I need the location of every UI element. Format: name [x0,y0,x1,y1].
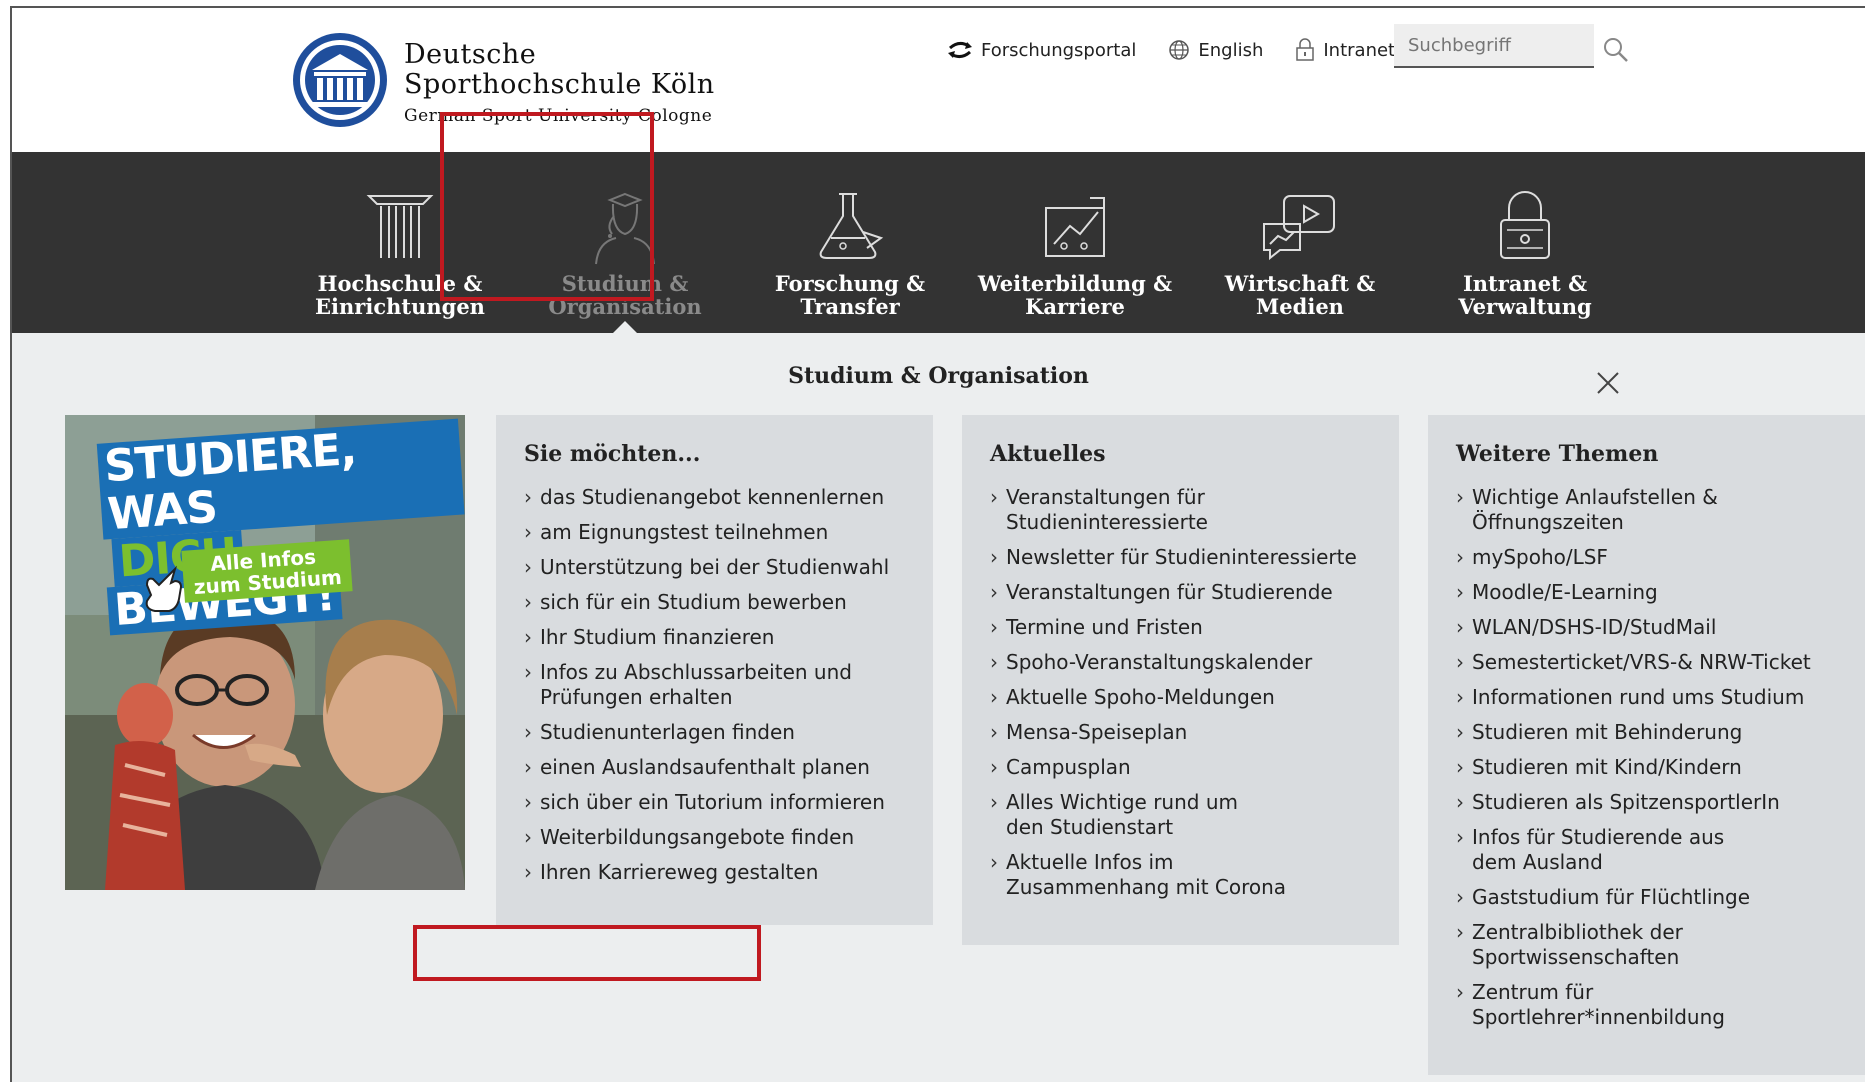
hand-pointer-icon [145,565,183,612]
student-icon [595,192,655,265]
menu-link[interactable]: am Eignungstest teilnehmen [524,520,905,545]
mega-menu: Studium & Organisation STUDIERE, WAS DIC… [12,333,1865,1082]
lock-icon [1500,191,1550,259]
column-icon [366,195,434,258]
menu-link[interactable]: Veranstaltungen für Studieninteressierte [990,485,1226,535]
nav-item-intranet[interactable]: Intranet & Verwaltung [1420,152,1630,333]
menu-link[interactable]: Studieren als SpitzensportlerIn [1456,790,1860,815]
links-column-sie-moechten: Sie möchten... das Studienangebot kennen… [496,415,933,925]
brand-line-2: Sporthochschule Köln [404,69,715,100]
globe-icon [1169,40,1190,60]
english-link[interactable]: English [1168,39,1263,61]
nav-item-forschung[interactable]: Forschung & Transfer [745,152,955,333]
lock-icon [1296,38,1315,61]
menu-link[interactable]: Veranstaltungen für Studierende [990,580,1371,605]
menu-link[interactable]: sich für ein Studium bewerben [524,590,905,615]
menu-link[interactable]: Wichtige Anlaufstellen & Öffnungszeiten [1456,485,1722,535]
nav-label-line1: Forschung & [774,271,926,296]
nav-label-line1: Studium & [561,271,689,296]
menu-link[interactable]: Moodle/E-Learning [1456,580,1860,605]
menu-link[interactable]: Zentrum für Sportlehrer*innenbildung [1456,980,1725,1030]
nav-label-line2: Organisation [548,294,702,319]
menu-link[interactable]: Studieren mit Kind/Kindern [1456,755,1860,780]
brand-line-1: Deutsche [404,39,537,70]
search-box [1394,24,1594,68]
nav-label-line2: Medien [1256,294,1344,319]
promo-banner[interactable]: STUDIERE, WAS DICHBEWEGT! Alle Infos zum… [65,415,465,890]
top-links: Forschungsportal English Intranet [947,38,1427,62]
intranet-label: Intranet [1323,39,1396,61]
menu-link[interactable]: Aktuelle Spoho-Meldungen [990,685,1371,710]
menu-link[interactable]: Campusplan [990,755,1371,780]
brand-line-3: German Sport University Cologne [404,106,713,126]
forschungsportal-link[interactable]: Forschungsportal [947,40,1136,61]
menu-link[interactable]: Ihren Karriereweg gestalten [524,860,905,885]
nav-item-wirtschaft[interactable]: Wirtschaft & Medien [1195,152,1405,333]
menu-link-studienunterlagen[interactable]: Studienunterlagen finden [524,720,905,745]
column-heading: Sie möchten... [524,441,701,467]
search-input[interactable] [1394,24,1594,66]
nav-label-line2: Einrichtungen [315,294,485,319]
menu-link[interactable]: Infos für Studierende aus dem Ausland [1456,825,1752,875]
nav-label-line2: Transfer [800,294,900,319]
menu-link[interactable]: Semesterticket/VRS-& NRW-Ticket [1456,650,1860,675]
menu-link[interactable]: Weiterbildungsangebote finden [524,825,905,850]
mega-menu-title: Studium & Organisation [788,363,1089,389]
links-column-aktuelles: Aktuelles Veranstaltungen für Studienint… [962,415,1399,945]
forschungsportal-icon [948,41,972,59]
nav-label-line2: Verwaltung [1458,294,1592,319]
menu-link[interactable]: Newsletter für Studieninteressierte [990,545,1371,570]
menu-link[interactable]: Alles Wichtige rund um den Studienstart [990,790,1276,840]
nav-label-line1: Intranet & [1462,271,1588,296]
intranet-link[interactable]: Intranet [1295,38,1395,62]
nav-item-studium[interactable]: Studium & Organisation [520,152,730,333]
english-label: English [1198,39,1264,61]
search-icon[interactable] [1602,36,1630,64]
forschungsportal-label: Forschungsportal [981,39,1137,61]
nav-label-line1: Hochschule & [317,271,483,296]
highlight-box-studienunterlagen [413,925,761,981]
flask-icon [819,193,884,259]
column-heading: Aktuelles [990,441,1106,467]
menu-link[interactable]: Unterstützung bei der Studienwahl [524,555,905,580]
media-icon [1263,195,1335,261]
site-header: Deutsche Sporthochschule Köln German Spo… [12,8,1865,152]
nav-label-line1: Wirtschaft & [1224,271,1376,296]
nav-label-line1: Weiterbildung & [977,271,1173,296]
links-column-weitere-themen: Weitere Themen Wichtige Anlaufstellen & … [1428,415,1865,1075]
menu-link[interactable]: mySpoho/LSF [1456,545,1860,570]
university-logo[interactable] [290,30,390,130]
menu-link[interactable]: Aktuelle Infos im Zusammenhang mit Coron… [990,850,1336,900]
nav-item-hochschule[interactable]: Hochschule & Einrichtungen [295,152,505,333]
menu-link[interactable]: Mensa-Speiseplan [990,720,1371,745]
menu-link[interactable]: das Studienangebot kennenlernen [524,485,905,510]
link-list: Veranstaltungen für Studieninteressierte… [990,485,1371,900]
menu-link[interactable]: Gaststudium für Flüchtlinge [1456,885,1860,910]
menu-link[interactable]: sich über ein Tutorium informieren [524,790,905,815]
nav-label-line2: Karriere [1025,294,1125,319]
menu-link[interactable]: einen Auslandsaufenthalt planen [524,755,905,780]
nav-item-weiterbildung[interactable]: Weiterbildung & Karriere [970,152,1180,333]
menu-link[interactable]: Ihr Studium finanzieren [524,625,905,650]
menu-link[interactable]: Zentralbibliothek der Sportwissenschafte… [1456,920,1692,970]
menu-link[interactable]: Termine und Fristen [990,615,1371,640]
active-indicator [613,321,637,333]
career-icon [1045,197,1105,257]
menu-link[interactable]: Informationen rund ums Studium [1456,685,1860,710]
main-navigation: Hochschule & Einrichtungen Studium & Organ… [12,152,1865,333]
menu-link[interactable]: Spoho-Veranstaltungskalender [990,650,1371,675]
link-list: das Studienangebot kennenlernen am Eignu… [524,485,905,885]
column-heading: Weitere Themen [1456,441,1659,467]
close-icon[interactable] [1596,371,1620,395]
brand-name[interactable]: Deutsche Sporthochschule Köln German Spo… [404,39,715,127]
menu-link[interactable]: Infos zu Abschlussarbeiten und Prüfungen… [524,660,860,710]
link-list: Wichtige Anlaufstellen & Öffnungszeiten … [1456,485,1860,1030]
menu-link[interactable]: WLAN/DSHS-ID/StudMail [1456,615,1860,640]
browser-page: Deutsche Sporthochschule Köln German Spo… [10,6,1865,1082]
menu-link[interactable]: Studieren mit Behinderung [1456,720,1860,745]
